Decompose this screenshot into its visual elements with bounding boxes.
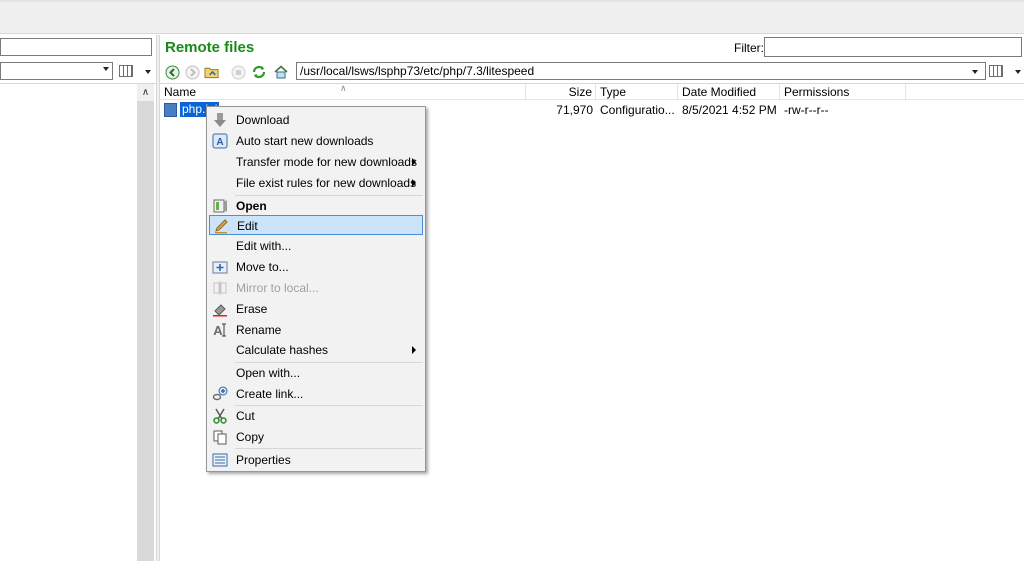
chevron-down-icon[interactable] [103, 67, 109, 71]
menu-item-label: File exist rules for new downloads [236, 176, 417, 190]
grid-view-icon [989, 65, 1003, 77]
local-file-list[interactable]: ∧ [0, 83, 156, 561]
menu-item-move-to[interactable]: Move to... [209, 257, 423, 277]
local-path-combo[interactable] [0, 62, 113, 80]
move-icon [212, 259, 228, 275]
stop-icon[interactable] [230, 64, 246, 80]
folder-up-icon[interactable] [204, 64, 220, 80]
create-link-icon [212, 386, 228, 402]
menu-separator [235, 448, 423, 449]
copy-icon [212, 429, 228, 445]
menu-item-label: Open with... [236, 366, 301, 380]
menu-item-label: Download [236, 113, 290, 127]
menu-item-auto-start-downloads[interactable]: A Auto start new downloads [209, 131, 423, 151]
menu-item-transfer-mode[interactable]: Transfer mode for new downloads [209, 152, 423, 172]
chevron-down-icon[interactable] [145, 70, 151, 74]
refresh-icon[interactable] [251, 64, 267, 80]
scrollbar[interactable]: ∧ [137, 84, 154, 561]
menu-item-label: Properties [236, 453, 291, 467]
menu-item-copy[interactable]: Copy [209, 427, 423, 447]
toolbar-strip [0, 0, 1024, 34]
menu-item-label: Open [236, 199, 267, 213]
context-menu: Download A Auto start new downloads Tran… [206, 106, 426, 472]
menu-item-label: Auto start new downloads [236, 134, 374, 148]
menu-item-edit[interactable]: Edit [209, 215, 423, 235]
submenu-arrow-icon [412, 158, 416, 166]
column-date-modified[interactable]: Date Modified [678, 84, 780, 101]
svg-text:A: A [213, 323, 223, 338]
menu-item-create-link[interactable]: Create link... [209, 384, 423, 404]
column-name[interactable]: Name ∧ [160, 83, 526, 101]
menu-item-label: Transfer mode for new downloads [236, 155, 417, 169]
menu-item-label: Mirror to local... [236, 281, 319, 295]
mirror-icon [212, 280, 228, 296]
file-size: 71,970 [556, 103, 593, 117]
menu-item-label: Edit [237, 219, 258, 233]
menu-item-label: Calculate hashes [236, 343, 329, 357]
edit-icon [213, 218, 229, 234]
menu-item-cut[interactable]: Cut [209, 406, 423, 426]
file-permissions: -rw-r--r-- [784, 103, 829, 117]
local-path-row [0, 62, 156, 82]
menu-item-label: Copy [236, 430, 265, 444]
forward-icon[interactable] [184, 64, 200, 80]
pane-title: Remote files [165, 39, 255, 56]
local-pane: ∧ [0, 35, 156, 561]
menu-item-edit-with[interactable]: Edit with... [209, 236, 423, 256]
menu-item-erase[interactable]: Erase [209, 299, 423, 319]
column-type[interactable]: Type [596, 84, 678, 101]
column-size[interactable]: Size [526, 84, 596, 101]
menu-item-label: Cut [236, 409, 255, 423]
grid-view-icon [119, 65, 133, 77]
open-icon [212, 198, 228, 214]
submenu-arrow-icon [412, 179, 416, 187]
menu-item-rename[interactable]: A Rename [209, 320, 423, 340]
back-icon[interactable] [164, 64, 180, 80]
remote-nav-row: /usr/local/lsws/lsphp73/etc/php/7.3/lite… [160, 62, 1024, 82]
menu-item-label: Rename [236, 323, 282, 337]
menu-item-calculate-hashes[interactable]: Calculate hashes [209, 340, 423, 360]
scroll-up-icon[interactable]: ∧ [137, 84, 154, 101]
auto-start-icon: A [212, 133, 228, 149]
view-mode-button[interactable] [986, 62, 1006, 80]
remote-path-input[interactable]: /usr/local/lsws/lsphp73/etc/php/7.3/lite… [296, 62, 986, 80]
rename-icon: A [212, 322, 228, 338]
menu-item-file-exist-rules[interactable]: File exist rules for new downloads [209, 173, 423, 193]
column-permissions[interactable]: Permissions [780, 84, 906, 101]
properties-icon [212, 452, 228, 468]
column-header: Name ∧ Size Type Date Modified Permissio… [160, 83, 1024, 101]
menu-item-download[interactable]: Download [209, 110, 423, 130]
menu-item-label: Erase [236, 302, 268, 316]
cut-icon [212, 408, 228, 424]
svg-text:A: A [216, 137, 223, 148]
chevron-down-icon[interactable] [1015, 70, 1021, 74]
file-type: Configuratio... [600, 103, 675, 117]
menu-item-label: Move to... [236, 260, 289, 274]
sort-ascending-icon: ∧ [340, 83, 347, 93]
menu-item-open-with[interactable]: Open with... [209, 363, 423, 383]
menu-item-label: Create link... [236, 387, 304, 401]
submenu-arrow-icon [412, 346, 416, 354]
local-filter-input[interactable] [0, 38, 152, 56]
view-mode-button[interactable] [116, 62, 136, 80]
filter-input[interactable] [764, 37, 1022, 57]
download-icon [212, 112, 228, 128]
file-icon [164, 102, 177, 117]
column-name-label: Name [164, 85, 197, 99]
menu-item-mirror-to-local: Mirror to local... [209, 278, 423, 298]
filter-label: Filter: [734, 41, 764, 55]
menu-item-open[interactable]: Open [209, 196, 423, 216]
menu-item-label: Edit with... [236, 239, 292, 253]
home-icon[interactable] [273, 64, 289, 80]
file-date-modified: 8/5/2021 4:52 PM [682, 103, 777, 117]
menu-item-properties[interactable]: Properties [209, 450, 423, 470]
erase-icon [212, 301, 228, 317]
chevron-down-icon[interactable] [972, 70, 978, 74]
